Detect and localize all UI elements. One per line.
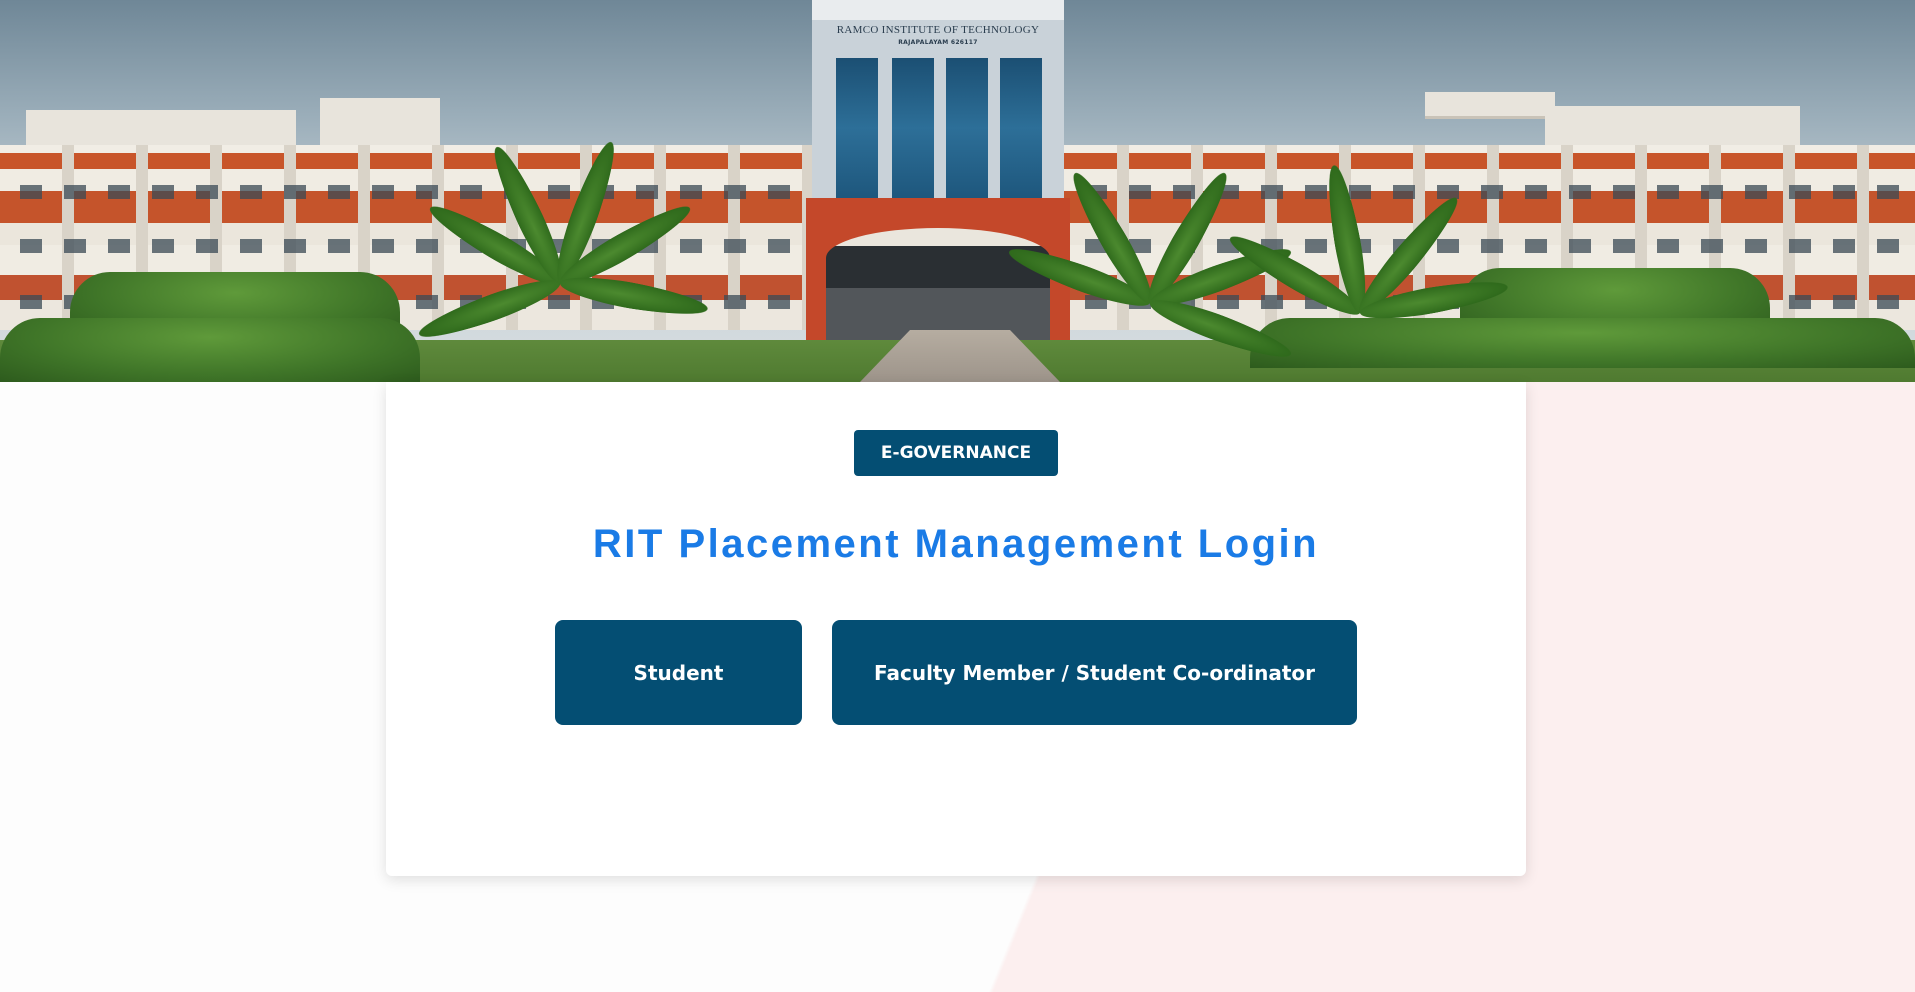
institution-sign: RAMCO INSTITUTE OF TECHNOLOGY RAJAPALAYA… [812,24,1064,46]
hedge [0,318,420,382]
roof-structure [1425,92,1555,119]
page-title: RIT Placement Management Login [592,522,1320,566]
institution-sign-location: RAJAPALAYAM 626117 [898,39,978,46]
student-login-button[interactable]: Student [555,620,802,725]
institution-sign-name: RAMCO INSTITUTE OF TECHNOLOGY [836,24,1040,36]
campus-banner-image: RAMCO INSTITUTE OF TECHNOLOGY RAJAPALAYA… [0,0,1915,382]
hedge [1250,318,1915,368]
roof-structure [320,98,440,151]
building-tower: RAMCO INSTITUTE OF TECHNOLOGY RAJAPALAYA… [812,0,1064,200]
faculty-coordinator-login-button[interactable]: Faculty Member / Student Co-ordinator [832,620,1357,725]
login-card: E-GOVERNANCE RIT Placement Management Lo… [386,382,1526,876]
e-governance-badge: E-GOVERNANCE [854,430,1058,476]
